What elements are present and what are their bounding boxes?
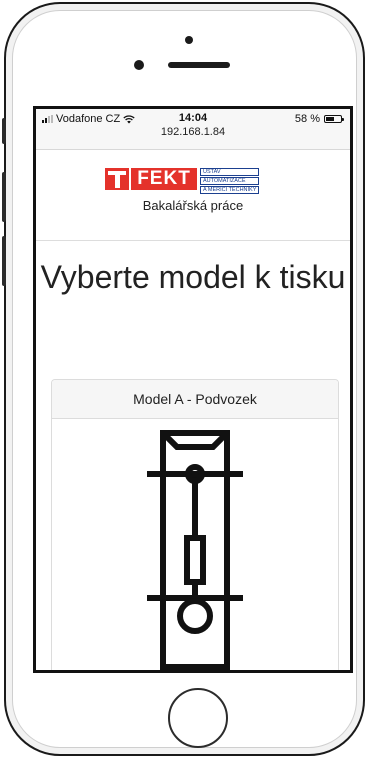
home-button[interactable] bbox=[168, 688, 228, 748]
battery-icon bbox=[324, 115, 344, 123]
chassis-icon bbox=[147, 430, 243, 670]
logo-department: ÚSTAV AUTOMATIZACE A MĚŘICÍ TECHNIKY bbox=[200, 168, 260, 194]
site-subtitle: Bakalářská práce bbox=[142, 198, 244, 213]
card-title: Model A - Podvozek bbox=[52, 380, 338, 419]
site-header: FEKT ÚSTAV AUTOMATIZACE A MĚŘICÍ TECHNIK… bbox=[36, 150, 350, 241]
logo-t-mark bbox=[105, 168, 129, 190]
front-sensor bbox=[185, 36, 193, 44]
url-bar[interactable]: 192.168.1.84 bbox=[36, 126, 350, 138]
battery-percent: 58 % bbox=[294, 113, 320, 125]
phone-screen: Vodafone CZ 14:04 192.168.1.84 58 % FEKT… bbox=[33, 106, 353, 673]
volume-down-button[interactable] bbox=[2, 236, 6, 286]
fekt-logo[interactable]: FEKT ÚSTAV AUTOMATIZACE A MĚŘICÍ TECHNIK… bbox=[105, 168, 260, 194]
earpiece-speaker bbox=[168, 62, 230, 68]
logo-dept-line: AUTOMATIZACE bbox=[200, 177, 260, 185]
front-camera bbox=[134, 60, 144, 70]
page-title: Vyberte model k tisku bbox=[40, 259, 346, 295]
status-bar: Vodafone CZ 14:04 192.168.1.84 58 % bbox=[36, 109, 350, 150]
logo-dept-line: A MĚŘICÍ TECHNIKY bbox=[200, 186, 260, 194]
volume-up-button[interactable] bbox=[2, 172, 6, 222]
model-card[interactable]: Model A - Podvozek bbox=[51, 379, 339, 670]
mute-switch[interactable] bbox=[2, 118, 6, 144]
battery-area: 58 % bbox=[294, 113, 344, 125]
logo-text: FEKT bbox=[131, 168, 197, 190]
logo-dept-line: ÚSTAV bbox=[200, 168, 260, 176]
